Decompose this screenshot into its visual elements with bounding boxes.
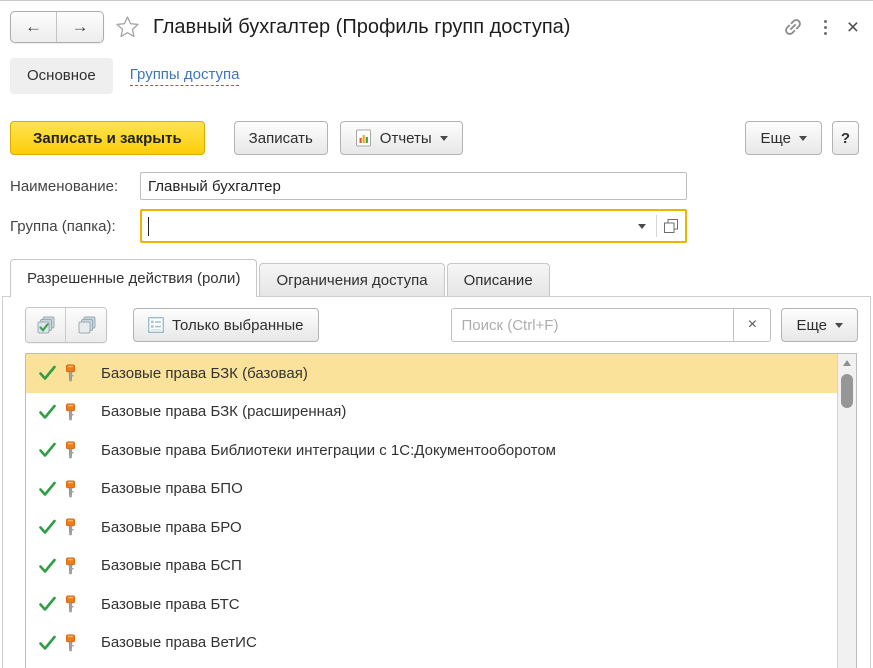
scroll-up-button[interactable]	[838, 354, 856, 371]
group-label: Группа (папка):	[10, 218, 140, 235]
list-more-button[interactable]: Еще	[781, 308, 858, 342]
forward-button[interactable]: →	[57, 12, 103, 42]
save-and-close-button[interactable]: Записать и закрыть	[10, 121, 205, 155]
role-label: Базовые права БПО	[101, 480, 243, 497]
section-tabs: Разрешенные действия (роли) Ограничения …	[0, 259, 873, 296]
save-button[interactable]: Записать	[234, 121, 328, 155]
check-icon	[38, 364, 58, 382]
back-button[interactable]: ←	[11, 12, 57, 42]
search-input[interactable]	[451, 308, 733, 342]
group-combo-input[interactable]	[140, 209, 687, 243]
reports-label: Отчеты	[380, 130, 432, 147]
check-icon	[38, 480, 58, 498]
name-input[interactable]	[140, 172, 687, 200]
role-key-icon	[63, 364, 78, 382]
role-key-icon	[63, 634, 78, 652]
role-label: Базовые права БСП	[101, 557, 242, 574]
role-label: Базовые права БЗК (расширенная)	[101, 403, 346, 420]
check-icon	[38, 441, 58, 459]
role-key-icon	[63, 557, 78, 575]
access-profile-window: { "window": { "title": "Главный бухгалте…	[0, 0, 873, 668]
tab-access-restrictions[interactable]: Ограничения доступа	[259, 263, 444, 296]
check-all-button[interactable]	[26, 308, 66, 342]
chevron-down-icon	[835, 323, 843, 328]
chevron-down-icon	[799, 136, 807, 141]
tab-description[interactable]: Описание	[447, 263, 550, 296]
search-area: × Еще	[451, 308, 858, 342]
check-icon	[38, 518, 58, 536]
more-menu-icon[interactable]	[822, 18, 829, 37]
form-fields: Наименование: Группа (папка):	[0, 172, 873, 243]
list-box-icon	[148, 317, 164, 333]
breadcrumb-nav: Основное Группы доступа	[0, 57, 873, 94]
role-row[interactable]: Базовые права Библиотеки интеграции с 1С…	[26, 431, 837, 470]
check-icon	[38, 403, 58, 421]
reports-button[interactable]: Отчеты	[340, 121, 463, 155]
role-row[interactable]: Базовые права БЗК (расширенная)	[26, 393, 837, 432]
check-icon	[38, 634, 58, 652]
group-dropdown-button[interactable]	[628, 211, 656, 241]
roles-toolbar: Только выбранные × Еще	[3, 297, 870, 343]
search-clear-button[interactable]: ×	[733, 308, 771, 342]
chevron-down-icon	[638, 224, 646, 229]
report-icon	[355, 129, 372, 147]
role-row[interactable]: Базовые права БПО	[26, 470, 837, 509]
check-icon	[38, 557, 58, 575]
nav-tab-main[interactable]: Основное	[10, 58, 113, 94]
roles-list-rows: Базовые права БЗК (базовая) Базовые прав…	[26, 354, 837, 662]
stacked-cards-check-icon	[35, 315, 56, 335]
only-selected-toggle[interactable]: Только выбранные	[133, 308, 319, 342]
role-label: Базовые права БРО	[101, 519, 242, 536]
header-actions: ×	[782, 16, 859, 38]
chevron-down-icon	[440, 136, 448, 141]
history-nav-group: ← →	[10, 11, 104, 43]
window-header: ← → Главный бухгалтер (Профиль групп дос…	[0, 1, 873, 43]
close-icon[interactable]: ×	[847, 17, 859, 38]
role-label: Базовые права Библиотеки интеграции с 1С…	[101, 442, 556, 459]
more-label: Еще	[760, 130, 791, 147]
command-bar: Записать и закрыть Записать Отчеты Еще ?	[0, 121, 873, 155]
check-icon	[38, 595, 58, 613]
role-key-icon	[63, 518, 78, 536]
group-field-row: Группа (папка):	[10, 209, 873, 243]
help-button[interactable]: ?	[832, 121, 859, 155]
page-title: Главный бухгалтер (Профиль групп доступа…	[153, 16, 782, 39]
role-row[interactable]: Базовые права БТС	[26, 585, 837, 624]
name-field-row: Наименование:	[10, 172, 873, 200]
role-key-icon	[63, 595, 78, 613]
group-open-button[interactable]	[657, 211, 685, 241]
text-caret	[148, 217, 149, 236]
list-more-label: Еще	[796, 317, 827, 334]
role-row[interactable]: Базовые права БСП	[26, 547, 837, 586]
overlapping-squares-icon	[663, 218, 679, 234]
name-label: Наименование:	[10, 178, 140, 195]
check-buttons-group	[25, 307, 107, 343]
uncheck-all-button[interactable]	[66, 308, 106, 342]
role-label: Базовые права БТС	[101, 596, 240, 613]
role-key-icon	[63, 441, 78, 459]
roles-panel: Только выбранные × Еще Базовые права БЗК…	[2, 296, 871, 668]
vertical-scrollbar[interactable]	[837, 354, 856, 668]
roles-list: Базовые права БЗК (базовая) Базовые прав…	[25, 353, 857, 668]
role-row[interactable]: Базовые права БРО	[26, 508, 837, 547]
role-key-icon	[63, 403, 78, 421]
role-label: Базовые права ВетИС	[101, 634, 257, 651]
favorite-star-icon[interactable]	[114, 14, 141, 41]
only-selected-label: Только выбранные	[172, 317, 304, 334]
more-button[interactable]: Еще	[745, 121, 822, 155]
stacked-cards-icon	[76, 315, 97, 335]
nav-link-access-groups[interactable]: Группы доступа	[130, 65, 240, 86]
get-link-icon[interactable]	[782, 16, 804, 38]
role-label: Базовые права БЗК (базовая)	[101, 365, 308, 382]
tab-allowed-actions[interactable]: Разрешенные действия (роли)	[10, 259, 257, 297]
role-key-icon	[63, 480, 78, 498]
triangle-up-icon	[843, 360, 851, 366]
role-row[interactable]: Базовые права ВетИС	[26, 624, 837, 663]
role-row[interactable]: Базовые права БЗК (базовая)	[26, 354, 837, 393]
scrollbar-thumb[interactable]	[841, 374, 853, 408]
